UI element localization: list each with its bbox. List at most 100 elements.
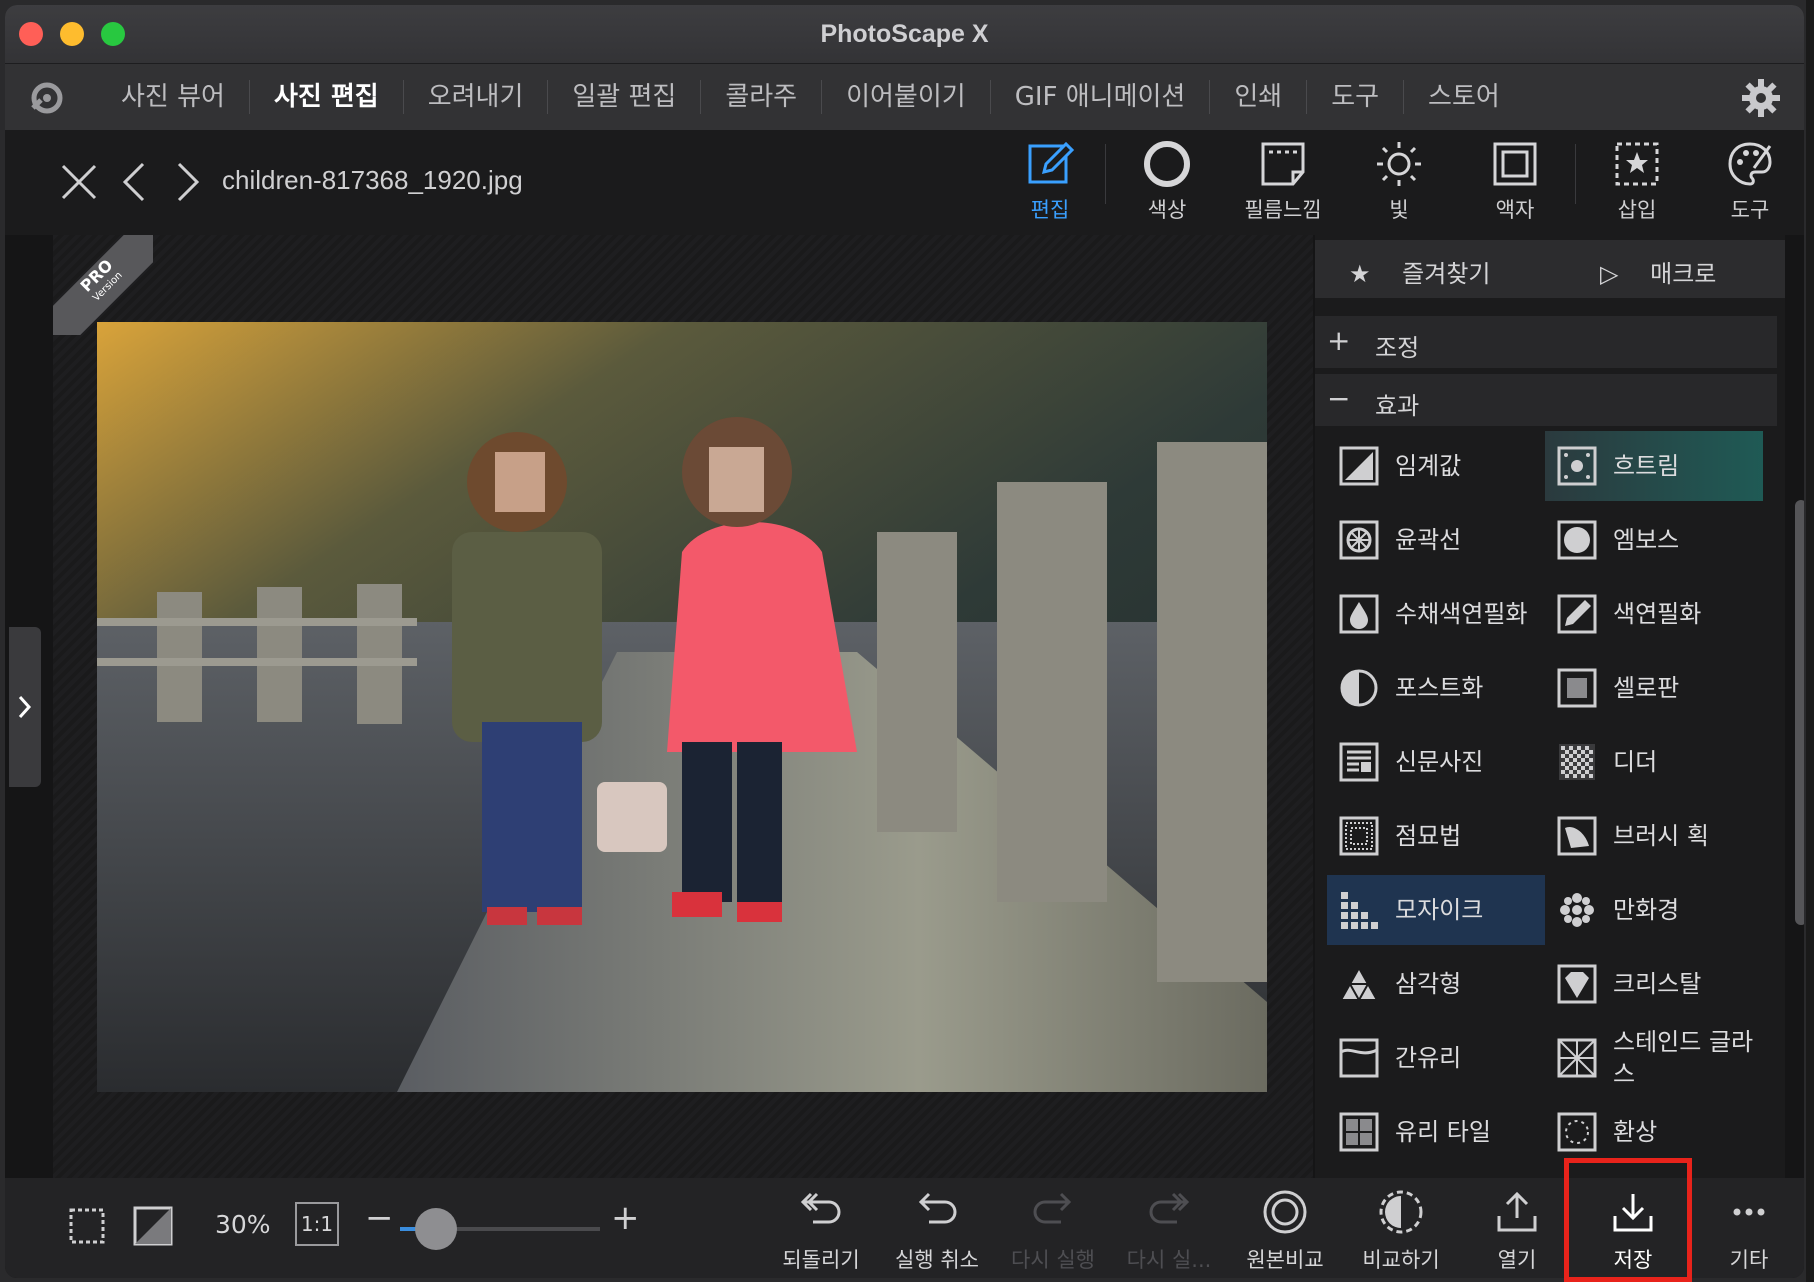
tab-tools[interactable]: 도구	[1306, 80, 1403, 114]
effect-label: 브러시 획	[1613, 822, 1709, 850]
effect-frosted-glass[interactable]: 간유리	[1327, 1023, 1545, 1093]
tab-collage[interactable]: 콜라주	[700, 80, 821, 114]
tab-combine[interactable]: 이어붙이기	[821, 80, 990, 114]
section-label: 조정	[1375, 334, 1420, 362]
section-adjust[interactable]: + 조정	[1315, 316, 1777, 368]
effect-fantasy[interactable]: 환상	[1545, 1097, 1763, 1167]
photoscape-logo-icon[interactable]	[27, 78, 67, 118]
open-button[interactable]: 열기	[1461, 1188, 1573, 1274]
compare-original-button[interactable]: 원본비교	[1229, 1188, 1341, 1274]
zoom-level[interactable]: 30%	[215, 1210, 271, 1239]
macro-button[interactable]: ▷ 매크로	[1600, 254, 1716, 289]
tab-print[interactable]: 인쇄	[1209, 80, 1306, 114]
palette-icon	[1728, 142, 1772, 186]
effect-emboss[interactable]: 엠보스	[1545, 505, 1763, 575]
tool-label: 색상	[1147, 198, 1187, 222]
effect-label: 윤곽선	[1395, 526, 1462, 554]
action-label: 원본비교	[1246, 1248, 1324, 1272]
action-label: 다시 실행	[1011, 1248, 1095, 1272]
tab-store[interactable]: 스토어	[1403, 80, 1524, 114]
tool-tools[interactable]: 도구	[1695, 138, 1804, 230]
settings-gear-icon[interactable]	[1740, 77, 1782, 119]
action-label: 되돌리기	[782, 1248, 860, 1272]
revert-button[interactable]: 되돌리기	[765, 1188, 877, 1274]
tab-cut-out[interactable]: 오려내기	[402, 80, 548, 114]
effect-newspaper[interactable]: 신문사진	[1327, 727, 1545, 797]
effect-glass-tile[interactable]: 유리 타일	[1327, 1097, 1545, 1167]
tool-insert[interactable]: 삽입	[1582, 138, 1692, 230]
favorites-button[interactable]: ★ 즐겨찾기	[1349, 254, 1490, 289]
tool-film[interactable]: 필름느낌	[1228, 138, 1338, 230]
zoom-slider-handle[interactable]	[415, 1208, 457, 1250]
compare-original-icon	[1263, 1190, 1307, 1234]
right-panel: ★ 즐겨찾기 ▷ 매크로 + 조정 − 효과 임계값 흐트림 윤곽선 엠보스 수…	[1315, 235, 1785, 1178]
selection-icon[interactable]	[65, 1204, 109, 1248]
effect-label: 스테인드 글라스	[1613, 1028, 1754, 1088]
tab-photo-viewer[interactable]: 사진 뷰어	[97, 80, 249, 114]
next-photo-icon[interactable]	[165, 160, 209, 204]
effect-crystal[interactable]: 크리스탈	[1545, 949, 1763, 1019]
tool-color[interactable]: 색상	[1112, 138, 1222, 230]
zoom-out-button[interactable]: −	[365, 1198, 394, 1238]
effect-cellophane[interactable]: 셀로판	[1545, 653, 1763, 723]
insert-star-icon	[1615, 142, 1659, 186]
water-drop-icon	[1339, 594, 1379, 634]
effect-stained-glass[interactable]: 스테인드 글라스	[1545, 1023, 1763, 1093]
effect-brush-stroke[interactable]: 브러시 획	[1545, 801, 1763, 871]
tab-batch[interactable]: 일괄 편집	[547, 80, 700, 114]
effect-label: 수채색연필화	[1395, 600, 1528, 628]
fantasy-icon	[1557, 1112, 1597, 1152]
pencil-icon	[1557, 594, 1597, 634]
tool-frame[interactable]: 액자	[1460, 138, 1570, 230]
previous-photo-icon[interactable]	[113, 160, 157, 204]
tool-label: 도구	[1730, 198, 1770, 222]
effect-color-pencil[interactable]: 색연필화	[1545, 579, 1763, 649]
tab-photo-editor[interactable]: 사진 편집	[248, 80, 403, 114]
effect-label: 엠보스	[1613, 526, 1680, 554]
effect-kaleidoscope[interactable]: 만화경	[1545, 875, 1763, 945]
section-effects[interactable]: − 효과	[1315, 374, 1777, 426]
effect-watercolor-pencil[interactable]: 수채색연필화	[1327, 579, 1545, 649]
kaleidoscope-icon	[1560, 893, 1594, 927]
panel-scrollbar[interactable]	[1795, 500, 1804, 925]
compare-button[interactable]: 비교하기	[1345, 1188, 1457, 1274]
effect-dither[interactable]: 디더	[1545, 727, 1763, 797]
tab-gif-animation[interactable]: GIF 애니메이션	[989, 80, 1210, 114]
fit-view-icon[interactable]	[131, 1204, 175, 1248]
actual-size-button[interactable]: 1:1	[295, 1202, 339, 1246]
effect-label: 신문사진	[1395, 748, 1484, 776]
cellophane-icon	[1557, 668, 1597, 708]
tool-edit[interactable]: 편집	[995, 138, 1105, 230]
effect-triangle[interactable]: 삼각형	[1327, 949, 1545, 1019]
posterize-icon	[1340, 669, 1378, 707]
effect-pointillism[interactable]: 점묘법	[1327, 801, 1545, 871]
effect-label: 모자이크	[1395, 896, 1484, 924]
effect-label: 색연필화	[1613, 600, 1702, 628]
redo-icon	[1033, 1192, 1072, 1224]
effect-edge[interactable]: 윤곽선	[1327, 505, 1545, 575]
window-title: PhotoScape X	[820, 20, 989, 48]
edited-photo[interactable]	[97, 322, 1267, 1092]
effect-scatter[interactable]: 흐트림	[1545, 431, 1763, 501]
effect-mosaic[interactable]: 모자이크	[1327, 875, 1545, 945]
effect-posterize[interactable]: 포스트화	[1327, 653, 1545, 723]
redo-all-button[interactable]: 다시 실...	[1113, 1188, 1225, 1274]
effect-threshold[interactable]: 임계값	[1327, 431, 1545, 501]
redo-button[interactable]: 다시 실행	[997, 1188, 1109, 1274]
action-label: 다시 실...	[1126, 1248, 1212, 1272]
effect-label: 디더	[1613, 748, 1658, 776]
more-button[interactable]: 기타	[1693, 1188, 1804, 1274]
undo-button[interactable]: 실행 취소	[881, 1188, 993, 1274]
effect-label: 환상	[1613, 1118, 1658, 1146]
zoom-in-button[interactable]: +	[611, 1198, 640, 1238]
toolbar-divider	[1575, 144, 1576, 204]
left-panel-toggle[interactable]	[9, 627, 41, 787]
close-photo-icon[interactable]	[57, 160, 101, 204]
tool-light[interactable]: 빛	[1344, 138, 1454, 230]
triangle-icon	[1339, 965, 1379, 1001]
film-icon	[1261, 142, 1305, 186]
effects-grid: 임계값 흐트림 윤곽선 엠보스 수채색연필화 색연필화 포스트화 셀로판 신문사…	[1327, 431, 1767, 1171]
editor-toolbar: children-817368_1920.jpg 편집 색상 필름느낌 빛 액자…	[5, 130, 1804, 235]
tool-label: 편집	[1030, 198, 1070, 222]
dither-icon	[1559, 744, 1595, 780]
